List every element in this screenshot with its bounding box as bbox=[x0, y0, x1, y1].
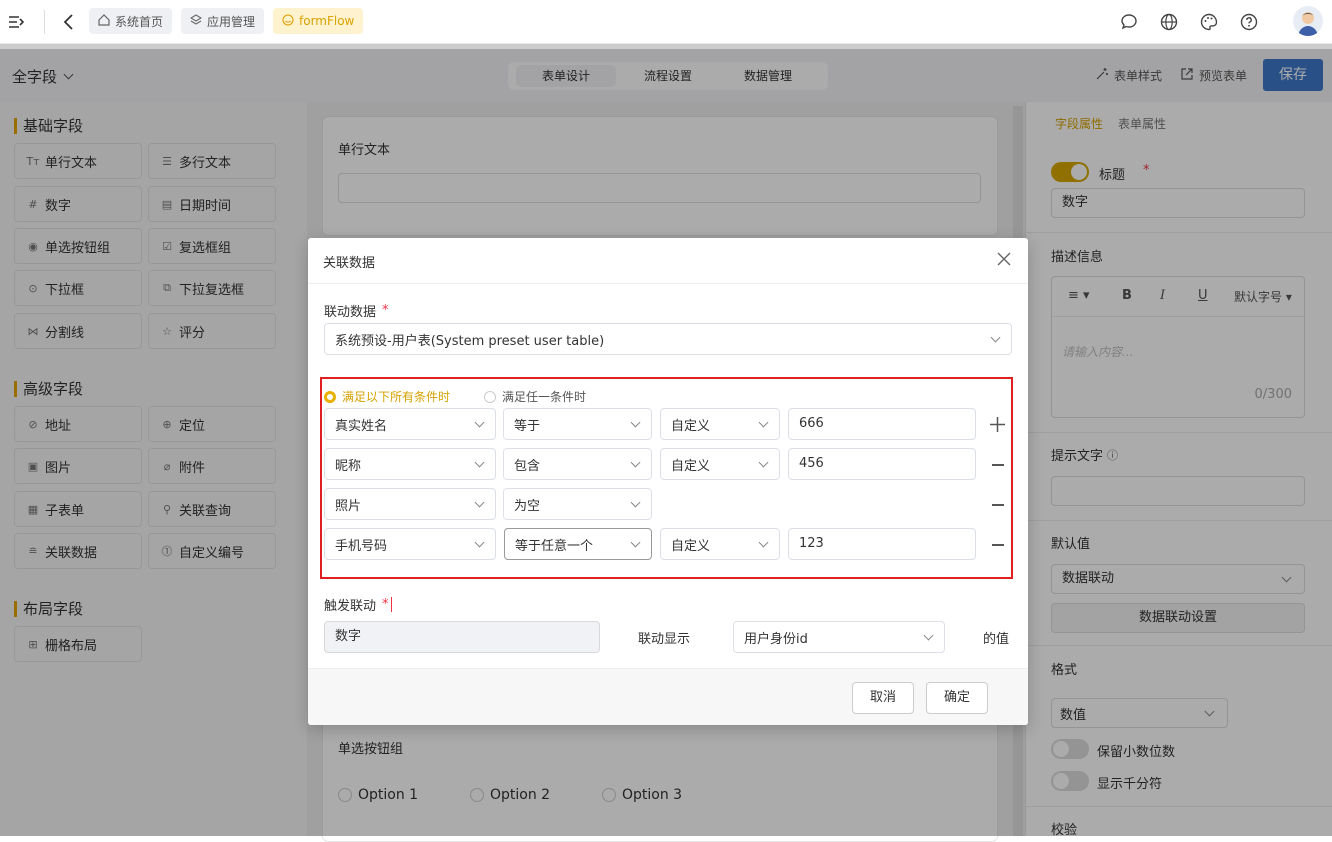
chevron-down-icon bbox=[758, 417, 769, 427]
match-any-label: 满足任一条件时 bbox=[502, 390, 587, 404]
condition-op-value: 为空 bbox=[514, 498, 541, 514]
help-icon[interactable] bbox=[1240, 13, 1258, 35]
condition-op-value: 包含 bbox=[514, 458, 541, 474]
condition-2-value[interactable]: 456 bbox=[788, 448, 976, 480]
condition-op-value: 等于任意一个 bbox=[515, 538, 594, 554]
chevron-down-icon bbox=[474, 457, 485, 467]
chevron-down-icon bbox=[923, 630, 934, 640]
message-icon[interactable] bbox=[1120, 13, 1138, 35]
chevron-down-icon bbox=[474, 537, 485, 547]
chevron-down-icon bbox=[474, 497, 485, 507]
show-field-value: 用户身份id bbox=[744, 631, 808, 647]
condition-1-type[interactable]: 自定义 bbox=[660, 408, 780, 440]
chevron-down-icon bbox=[758, 457, 769, 467]
confirm-button[interactable]: 确定 bbox=[926, 682, 988, 714]
chevron-down-icon bbox=[630, 497, 641, 507]
condition-type-value: 自定义 bbox=[671, 458, 711, 474]
chevron-down-icon bbox=[630, 457, 641, 467]
required-mark: * bbox=[382, 597, 389, 612]
radio-icon bbox=[484, 390, 496, 403]
collapse-menu-icon[interactable] bbox=[8, 14, 25, 30]
trigger-label: 触发联动 bbox=[324, 599, 377, 614]
value-suffix: 的值 bbox=[983, 632, 1010, 647]
link-data-value: 系统预设-用户表(System preset user table) bbox=[335, 333, 605, 349]
dialog-footer bbox=[308, 668, 1028, 725]
condition-field-value: 真实姓名 bbox=[335, 418, 388, 434]
trigger-label-row: 触发联动 * bbox=[324, 595, 392, 614]
show-field-select[interactable]: 用户身份id bbox=[733, 621, 945, 653]
back-icon[interactable] bbox=[62, 13, 76, 31]
related-data-dialog: 关联数据 联动数据 * 系统预设-用户表(System preset user t… bbox=[308, 238, 1028, 725]
chevron-down-icon bbox=[474, 417, 485, 427]
nav-tag-label: 系统首页 bbox=[115, 14, 164, 29]
nav-tag-label: formFlow bbox=[299, 14, 355, 28]
condition-op-value: 等于 bbox=[514, 418, 541, 434]
dialog-title: 关联数据 bbox=[323, 256, 376, 271]
match-all-label: 满足以下所有条件时 bbox=[342, 390, 451, 404]
condition-type-value: 自定义 bbox=[671, 418, 711, 434]
home-icon bbox=[98, 13, 110, 29]
condition-2-field[interactable]: 昵称 bbox=[324, 448, 496, 480]
chevron-down-icon bbox=[630, 417, 641, 427]
condition-field-value: 手机号码 bbox=[335, 538, 388, 554]
apps-icon bbox=[189, 13, 203, 29]
remove-condition-icon[interactable] bbox=[992, 504, 1004, 506]
required-mark: * bbox=[382, 303, 389, 318]
radio-checked-icon bbox=[324, 390, 336, 403]
condition-3-operator[interactable]: 为空 bbox=[503, 488, 652, 520]
nav-tag-home[interactable]: 系统首页 bbox=[89, 8, 173, 34]
link-data-label-row: 联动数据 * bbox=[324, 301, 389, 320]
link-data-label: 联动数据 bbox=[324, 305, 377, 320]
match-any-radio[interactable]: 满足任一条件时 bbox=[484, 388, 586, 405]
condition-field-value: 昵称 bbox=[335, 458, 362, 474]
condition-type-value: 自定义 bbox=[671, 538, 711, 554]
nav-tag-apps[interactable]: 应用管理 bbox=[181, 8, 265, 34]
add-condition-icon[interactable] bbox=[990, 417, 1005, 432]
remove-condition-icon[interactable] bbox=[992, 464, 1004, 466]
language-icon[interactable] bbox=[1160, 13, 1178, 35]
condition-1-value[interactable]: 666 bbox=[788, 408, 976, 440]
theme-icon[interactable] bbox=[1200, 13, 1218, 35]
condition-4-operator[interactable]: 等于任意一个 bbox=[504, 528, 652, 560]
nav-tag-label: 应用管理 bbox=[207, 14, 256, 29]
remove-condition-icon[interactable] bbox=[992, 544, 1004, 546]
chevron-down-icon bbox=[630, 537, 641, 547]
condition-2-operator[interactable]: 包含 bbox=[503, 448, 652, 480]
match-all-radio[interactable]: 满足以下所有条件时 bbox=[324, 388, 450, 405]
text-cursor bbox=[390, 597, 392, 612]
show-label: 联动显示 bbox=[638, 632, 691, 647]
top-bar: 系统首页 应用管理 formFlow bbox=[0, 0, 1332, 44]
condition-field-value: 照片 bbox=[335, 498, 362, 514]
condition-2-type[interactable]: 自定义 bbox=[660, 448, 780, 480]
chevron-down-icon bbox=[990, 332, 1001, 342]
avatar[interactable] bbox=[1293, 6, 1323, 36]
condition-4-value[interactable]: 123 bbox=[788, 528, 976, 560]
condition-3-field[interactable]: 照片 bbox=[324, 488, 496, 520]
condition-4-field[interactable]: 手机号码 bbox=[324, 528, 496, 560]
trigger-field-input: 数字 bbox=[324, 621, 600, 653]
condition-1-operator[interactable]: 等于 bbox=[503, 408, 652, 440]
close-icon[interactable] bbox=[997, 252, 1011, 266]
cancel-button[interactable]: 取消 bbox=[852, 682, 914, 714]
chevron-down-icon bbox=[758, 537, 769, 547]
smile-icon bbox=[282, 13, 294, 29]
link-data-select[interactable]: 系统预设-用户表(System preset user table) bbox=[324, 323, 1012, 355]
condition-1-field[interactable]: 真实姓名 bbox=[324, 408, 496, 440]
nav-tag-formflow[interactable]: formFlow bbox=[273, 8, 364, 34]
condition-4-type[interactable]: 自定义 bbox=[660, 528, 780, 560]
